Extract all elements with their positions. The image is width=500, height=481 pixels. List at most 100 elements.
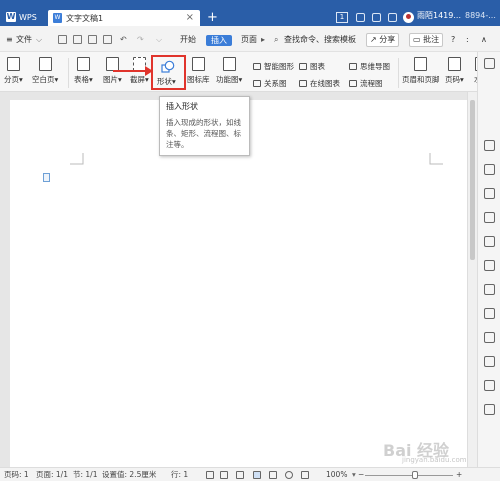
page-break-button[interactable]: 分页▾ bbox=[4, 57, 23, 85]
setting-value-status[interactable]: 设置值: 2.5厘米 bbox=[102, 470, 156, 480]
chart-button[interactable]: 图表 bbox=[299, 61, 325, 72]
online-chart-button[interactable]: 在线图表 bbox=[299, 78, 340, 89]
save-icon[interactable] bbox=[58, 35, 67, 44]
search-icon[interactable]: ⌕ bbox=[274, 33, 278, 46]
flow-chart-button[interactable]: 流程图 bbox=[349, 78, 383, 89]
avatar[interactable] bbox=[403, 12, 414, 23]
tab-count-badge[interactable]: 1 bbox=[336, 12, 348, 23]
function-chart-button[interactable]: 功能图▾ bbox=[216, 57, 242, 85]
mind-map-label: 思维导图 bbox=[360, 62, 390, 71]
redo-icon[interactable]: ↷ bbox=[137, 33, 144, 46]
page-number-status[interactable]: 页码: 1 bbox=[4, 470, 29, 480]
comment-button[interactable]: ▭ 批注 bbox=[409, 33, 444, 47]
icon-library-icon bbox=[191, 57, 205, 71]
chevron-down-icon[interactable]: ▾ bbox=[352, 470, 356, 480]
backup-icon[interactable] bbox=[484, 332, 495, 343]
shape-button[interactable]: 形状▾ bbox=[157, 76, 176, 87]
divider bbox=[68, 58, 69, 88]
document-tab[interactable]: W 文字文稿1 × bbox=[48, 10, 200, 26]
command-search[interactable]: 查找命令、搜索模板 bbox=[284, 33, 356, 46]
table-label: 表格 bbox=[74, 75, 89, 84]
zoom-slider[interactable] bbox=[365, 475, 453, 476]
chart-label: 图表 bbox=[310, 62, 325, 71]
zoom-out-icon[interactable]: − bbox=[358, 470, 364, 480]
tab-start[interactable]: 开始 bbox=[180, 33, 196, 46]
print-preview-icon[interactable] bbox=[103, 35, 112, 44]
zoom-in-icon[interactable]: + bbox=[456, 470, 462, 480]
picture-label: 图片 bbox=[103, 75, 118, 84]
relation-chart-button[interactable]: 关系图 bbox=[253, 78, 287, 89]
download-icon[interactable] bbox=[484, 356, 495, 367]
export-pdf-icon[interactable] bbox=[73, 35, 82, 44]
shape-label: 形状 bbox=[157, 77, 172, 86]
annotation-arrow bbox=[113, 70, 147, 72]
blank-page-label: 空白页 bbox=[32, 75, 55, 84]
pages-status[interactable]: 页面: 1/1 bbox=[36, 470, 68, 480]
help-button[interactable]: ? bbox=[451, 33, 455, 46]
scrollbar-thumb[interactable] bbox=[470, 100, 475, 260]
smart-art-button[interactable]: 智能图形 bbox=[253, 61, 294, 72]
wps-home-tab[interactable]: W WPS bbox=[2, 8, 46, 26]
collapse-panel-icon[interactable] bbox=[484, 58, 495, 69]
vertical-scrollbar[interactable] bbox=[467, 92, 477, 467]
file-menu[interactable]: 文件 bbox=[16, 33, 32, 46]
more-tabs-icon[interactable]: ▸ bbox=[261, 33, 265, 46]
chevron-down-icon[interactable]: ⌵ bbox=[36, 33, 42, 46]
fullscreen-icon[interactable] bbox=[206, 471, 214, 479]
navigation-icon[interactable] bbox=[484, 140, 495, 151]
help-panel-icon[interactable] bbox=[484, 404, 495, 415]
function-chart-label: 功能图 bbox=[216, 75, 239, 84]
header-footer-button[interactable]: 页眉和页脚 bbox=[402, 57, 440, 85]
reading-mode-icon[interactable] bbox=[220, 471, 228, 479]
picture-panel-icon[interactable] bbox=[484, 236, 495, 247]
shape-tooltip: 插入形状 插入现成的形状，如线条、矩形、流程图、标注等。 bbox=[159, 96, 250, 156]
mind-map-button[interactable]: 思维导图 bbox=[349, 61, 390, 72]
crop-mark-top-right bbox=[429, 153, 443, 165]
user-name[interactable]: 雨陌1419... bbox=[417, 9, 461, 23]
settings-icon[interactable] bbox=[388, 13, 397, 22]
outline-view-icon[interactable] bbox=[269, 471, 277, 479]
new-tab-button[interactable]: + bbox=[207, 11, 218, 24]
shape-panel-icon[interactable] bbox=[484, 164, 495, 175]
section-status[interactable]: 节: 1/1 bbox=[73, 470, 97, 480]
page-view-icon[interactable] bbox=[253, 471, 261, 479]
style-icon[interactable] bbox=[484, 212, 495, 223]
relation-chart-label: 关系图 bbox=[264, 79, 287, 88]
cloud-icon[interactable] bbox=[484, 308, 495, 319]
collapse-ribbon-icon[interactable]: ∧ bbox=[481, 33, 487, 46]
history-icon[interactable] bbox=[484, 380, 495, 391]
close-tab-icon[interactable]: × bbox=[186, 12, 194, 23]
blank-page-button[interactable]: 空白页▾ bbox=[32, 57, 58, 85]
wps-logo-icon: W bbox=[6, 12, 16, 22]
print-icon[interactable] bbox=[88, 35, 97, 44]
divider bbox=[398, 58, 399, 88]
page-break-label: 分页 bbox=[4, 75, 19, 84]
edit-mode-icon[interactable] bbox=[236, 471, 244, 479]
message-icon[interactable] bbox=[372, 13, 381, 22]
icon-library-button[interactable]: 图标库 bbox=[187, 57, 210, 85]
more-icon[interactable]: ⌵ bbox=[156, 33, 162, 46]
zoom-slider-handle[interactable] bbox=[412, 471, 418, 479]
undo-icon[interactable]: ↶ bbox=[120, 33, 127, 46]
status-bar: 页码: 1 页面: 1/1 节: 1/1 设置值: 2.5厘米 行: 1 100… bbox=[0, 467, 500, 481]
row-status[interactable]: 行: 1 bbox=[171, 470, 188, 480]
share-panel-icon[interactable] bbox=[484, 260, 495, 271]
tab-insert[interactable]: 插入 bbox=[206, 35, 232, 46]
more-options-icon[interactable]: : bbox=[466, 33, 469, 46]
tools-icon[interactable] bbox=[484, 284, 495, 295]
eye-protection-icon[interactable] bbox=[301, 471, 309, 479]
skin-icon[interactable] bbox=[356, 13, 365, 22]
share-button[interactable]: ↗ 分享 bbox=[366, 33, 400, 47]
web-view-icon[interactable] bbox=[285, 471, 293, 479]
tab-page[interactable]: 页面 bbox=[241, 33, 257, 46]
flow-chart-label: 流程图 bbox=[360, 79, 383, 88]
tooltip-title: 插入形状 bbox=[166, 102, 198, 111]
paragraph-mark-icon[interactable] bbox=[43, 173, 50, 182]
hamburger-icon[interactable]: ≡ bbox=[6, 33, 13, 46]
zoom-level[interactable]: 100% bbox=[326, 470, 347, 480]
wps-label: WPS bbox=[19, 12, 37, 22]
page-number-button[interactable]: 页码▾ bbox=[445, 57, 464, 85]
table-panel-icon[interactable] bbox=[484, 188, 495, 199]
table-button[interactable]: 表格▾ bbox=[74, 57, 93, 85]
shape-icon bbox=[161, 60, 175, 73]
